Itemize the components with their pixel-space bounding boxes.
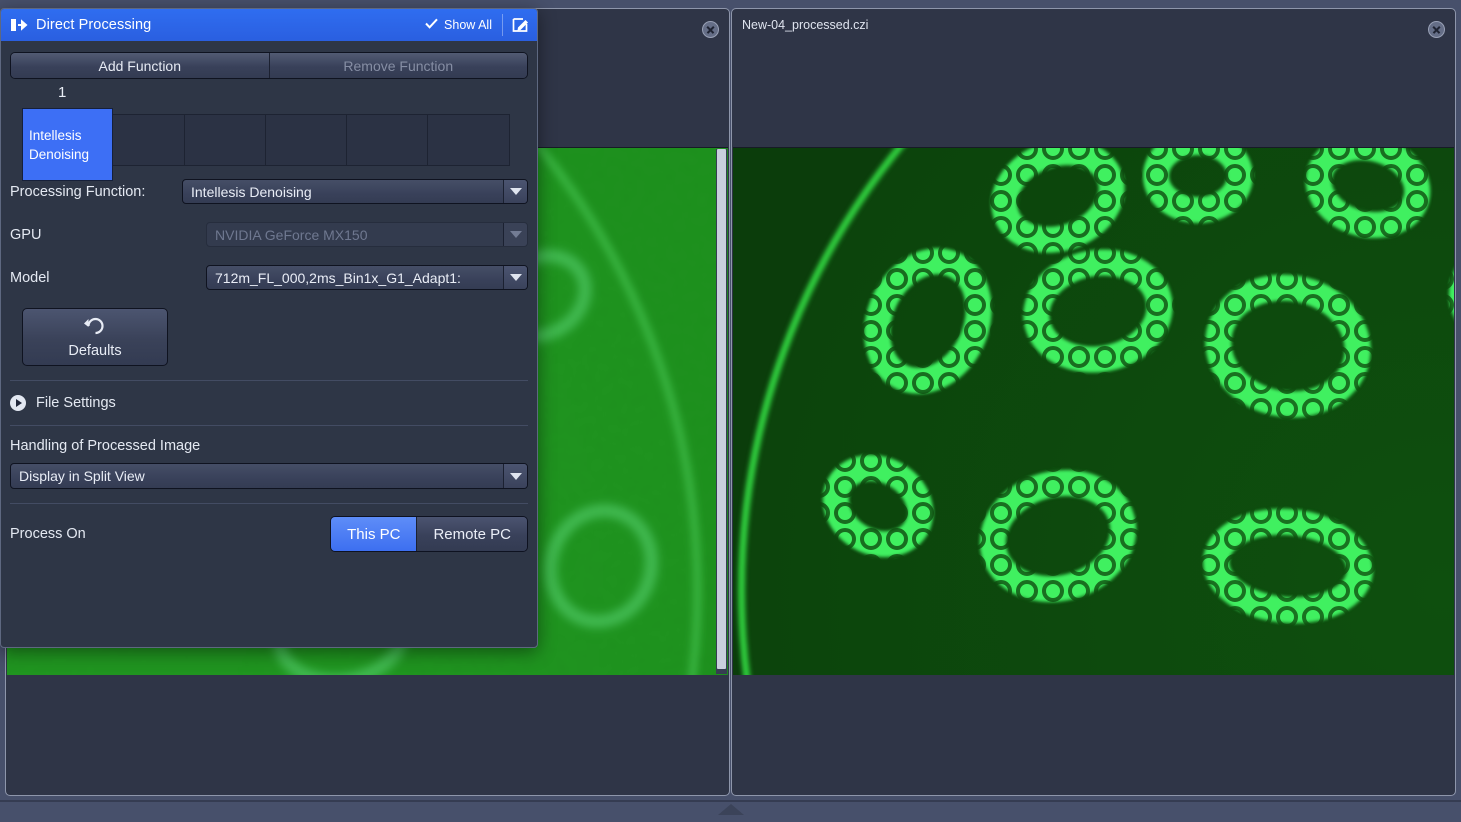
processing-function-label: Processing Function: [10,183,146,200]
model-label: Model [10,269,50,286]
process-on-remote-pc[interactable]: Remote PC [416,517,527,551]
check-icon [425,18,438,32]
direct-processing-window[interactable]: Direct Processing Show All Add Function … [0,8,538,648]
function-slot-empty[interactable] [185,115,266,165]
window-title: Direct Processing [36,17,152,33]
process-on-toggle: This PC Remote PC [330,516,528,552]
scrollbar-thumb[interactable] [717,149,726,669]
function-slot-intellesis-denoising[interactable]: Intellesis Denoising [22,108,113,181]
edit-square-icon[interactable] [503,9,537,41]
undo-arrow-icon [83,315,107,342]
title-bar-actions: Show All [415,9,537,41]
show-all-toggle[interactable]: Show All [415,9,502,41]
chevron-down-icon [503,223,527,246]
file-settings-section-header[interactable]: File Settings [10,381,528,425]
processing-function-select[interactable]: Intellesis Denoising [182,179,528,204]
document-pane-right[interactable]: New-04_processed.czi [731,8,1456,796]
handling-section-label: Handling of Processed Image [10,438,201,454]
close-circle-icon[interactable] [1428,21,1445,38]
divider [10,425,528,426]
gpu-row: GPU NVIDIA GeForce MX150 [10,218,528,251]
bottom-splitter[interactable] [0,800,1461,822]
process-on-row: Process On This PC Remote PC [10,504,528,564]
function-button-row: Add Function Remove Function [10,52,528,79]
specimen-image-denoised [733,148,1454,675]
process-on-label: Process On [10,526,86,542]
gpu-value: NVIDIA GeForce MX150 [215,226,368,243]
chevron-down-icon[interactable] [503,180,527,203]
defaults-label: Defaults [68,343,122,359]
function-slot-empty[interactable] [428,115,509,165]
glomeruli-rings-denoised [822,148,1454,624]
remove-function-button: Remove Function [268,53,527,78]
model-value: 712m_FL_000,2ms_Bin1x_G1_Adapt1: [215,269,461,286]
disclosure-right-icon[interactable] [10,395,26,411]
chevron-down-icon[interactable] [503,266,527,289]
gpu-select: NVIDIA GeForce MX150 [206,222,528,247]
window-title-bar[interactable]: Direct Processing Show All [1,9,537,41]
file-settings-label: File Settings [36,395,116,411]
close-circle-icon[interactable] [702,21,719,38]
model-select[interactable]: 712m_FL_000,2ms_Bin1x_G1_Adapt1: [206,265,528,290]
image-info-strip-left [7,675,728,794]
image-info-strip-right [733,675,1454,794]
model-row: Model 712m_FL_000,2ms_Bin1x_G1_Adapt1: [10,261,528,294]
image-vertical-scrollbar[interactable] [716,149,727,674]
processing-function-value: Intellesis Denoising [191,183,312,200]
document-title-right: New-04_processed.czi [742,18,869,32]
handling-row: Display in Split View [10,463,528,489]
function-slot-empty[interactable] [266,115,347,165]
splitter-line [0,800,1461,802]
function-slot-area: 1 Intellesis Denoising [10,84,528,181]
show-all-label: Show All [444,18,492,32]
image-canvas-right[interactable] [733,148,1454,675]
add-function-button[interactable]: Add Function [11,53,269,78]
function-slot-empty[interactable] [104,115,185,165]
handling-value: Display in Split View [19,468,145,484]
triangle-up-icon[interactable] [717,804,744,815]
slot-index-label: 1 [58,84,67,101]
handling-select[interactable]: Display in Split View [10,463,528,489]
defaults-button[interactable]: Defaults [22,308,168,366]
window-body: Add Function Remove Function 1 Intellesi… [1,52,537,658]
process-on-this-pc[interactable]: This PC [331,517,417,551]
function-slot-empty[interactable] [347,115,428,165]
chevron-down-icon[interactable] [503,464,527,488]
process-arrow-icon [11,18,28,32]
app-root: New-04_processed.czi Direct Processing S… [0,0,1461,822]
gpu-label: GPU [10,226,42,243]
